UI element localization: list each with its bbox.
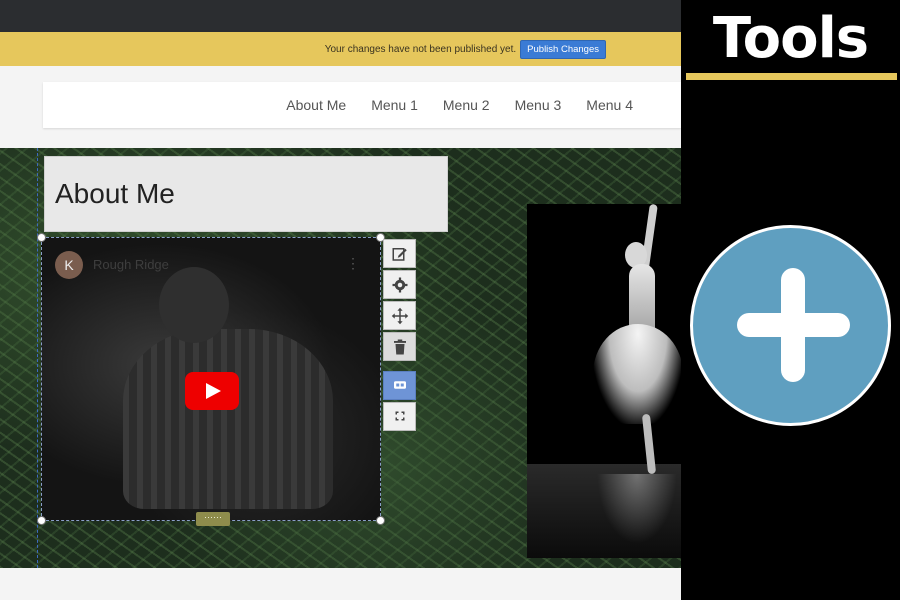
move-button[interactable] — [383, 301, 416, 331]
move-arrows-icon — [391, 307, 408, 324]
add-button[interactable] — [690, 225, 891, 426]
section-title-block[interactable]: About Me — [44, 156, 448, 232]
settings-button[interactable] — [383, 270, 416, 300]
toolbar-gap — [383, 363, 418, 369]
edit-button[interactable] — [383, 239, 416, 269]
editor-top-bar — [0, 0, 681, 32]
publish-changes-button[interactable]: Publish Changes — [520, 39, 606, 59]
element-toolbar — [383, 239, 418, 431]
website-editor: Your changes have not been published yet… — [0, 0, 681, 600]
nav-item-menu-3[interactable]: Menu 3 — [515, 97, 562, 113]
resize-handle-bottom-right[interactable] — [376, 516, 385, 525]
gear-icon — [392, 277, 407, 293]
resize-handle-bottom-left[interactable] — [37, 516, 46, 525]
delete-button[interactable] — [383, 332, 416, 362]
edit-icon — [392, 247, 407, 261]
fullscreen-button[interactable] — [383, 401, 416, 431]
nav-item-menu-1[interactable]: Menu 1 — [371, 97, 418, 113]
video-selection-frame — [41, 237, 381, 521]
tools-heading-underline — [686, 73, 897, 80]
nav-item-about-me[interactable]: About Me — [286, 97, 346, 113]
plus-icon-vertical — [781, 268, 805, 382]
dancer-reflection — [597, 474, 677, 544]
trash-icon — [393, 339, 406, 355]
height-drag-handle[interactable]: ⋯⋯ — [196, 512, 230, 526]
tools-heading: Tools — [712, 6, 869, 71]
closed-captions-icon — [393, 381, 406, 390]
dancer-image[interactable] — [527, 204, 681, 558]
tools-panel: Tools — [681, 0, 900, 600]
unpublished-notice-text: Your changes have not been published yet… — [324, 43, 517, 55]
fullscreen-icon — [395, 411, 404, 421]
captions-button[interactable] — [383, 370, 416, 400]
nav-item-menu-2[interactable]: Menu 2 — [443, 97, 490, 113]
fern-hero-section[interactable]: About Me K Rough Ridge ⋮ ⋯⋯ — [0, 148, 681, 568]
unpublished-notice-bar: Your changes have not been published yet… — [0, 32, 681, 66]
site-navbar: About Me Menu 1 Menu 2 Menu 3 Menu 4 — [43, 82, 681, 128]
dancer-skirt — [593, 324, 681, 424]
resize-handle-top-left[interactable] — [37, 233, 46, 242]
section-title: About Me — [55, 178, 175, 209]
page-canvas: About Me Menu 1 Menu 2 Menu 3 Menu 4 Abo… — [0, 66, 681, 600]
nav-item-menu-4[interactable]: Menu 4 — [586, 97, 633, 113]
